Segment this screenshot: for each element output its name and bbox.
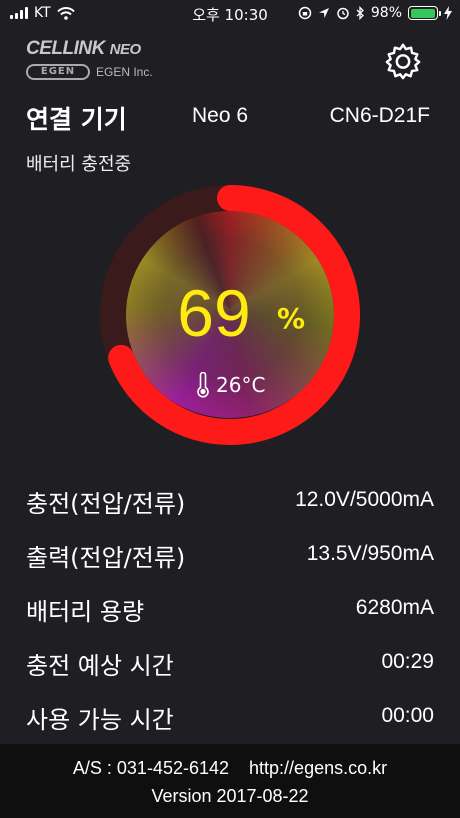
device-title: 연결 기기	[26, 105, 127, 134]
alarm-icon	[337, 7, 349, 20]
info-value: 12.0V/5000mA	[295, 488, 434, 511]
info-list: 충전(전압/전류) 12.0V/5000mA 출력(전압/전류) 13.5V/950m…	[26, 478, 434, 748]
battery-percent-value: 69	[177, 276, 251, 350]
info-row: 충전(전압/전류) 12.0V/5000mA	[26, 478, 434, 532]
device-row: 연결 기기 Neo 6 CN6-D21F	[26, 100, 436, 134]
battery-icon	[408, 6, 441, 20]
info-value: 13.5V/950mA	[306, 542, 434, 565]
logo-text: CELLINK	[26, 38, 105, 59]
gear-icon[interactable]	[384, 42, 422, 80]
info-label: 충전 예상 시간	[26, 652, 174, 680]
company-mark: EGEN	[26, 64, 90, 80]
website-link[interactable]: http://egens.co.kr	[249, 758, 387, 778]
company-logo: EGEN EGEN Inc.	[26, 64, 153, 80]
info-row: 출력(전압/전류) 13.5V/950mA	[26, 532, 434, 586]
info-label: 배터리 용량	[26, 598, 145, 626]
footer-contact: A/S : 031-452-6142 http://egens.co.kr	[0, 758, 460, 779]
info-label: 출력(전압/전류)	[26, 544, 186, 572]
info-value: 6280mA	[355, 596, 434, 619]
info-row: 사용 가능 시간 00:00	[26, 694, 434, 748]
footer: A/S : 031-452-6142 http://egens.co.kr Ve…	[0, 744, 460, 818]
info-row: 충전 예상 시간 00:29	[26, 640, 434, 694]
location-icon	[318, 8, 329, 18]
company-name: EGEN Inc.	[96, 65, 153, 79]
battery-percent: 98%	[370, 5, 402, 21]
charging-status: 배터리 충전중	[26, 154, 132, 175]
temperature-readout: 26°C	[196, 372, 265, 398]
info-value: 00:00	[381, 704, 434, 727]
charging-icon	[444, 6, 452, 20]
battery-percent-unit: %	[277, 302, 306, 335]
bluetooth-icon	[356, 6, 364, 20]
brand-logo: CELLINK NEO EGEN EGEN Inc.	[26, 38, 153, 80]
app-version: Version 2017-08-22	[151, 786, 309, 806]
status-right: 98%	[298, 5, 452, 21]
rotation-lock-icon	[298, 6, 312, 20]
info-label: 충전(전압/전류)	[26, 490, 186, 518]
temperature-value: 26°C	[216, 373, 266, 397]
status-bar: KT 오후 10:30 98%	[0, 0, 460, 28]
logo-main: CELLINK NEO	[26, 38, 153, 60]
as-phone: A/S : 031-452-6142	[72, 758, 230, 778]
info-row: 배터리 용량 6280mA	[26, 586, 434, 640]
device-name: Neo 6	[192, 104, 249, 127]
battery-fill	[410, 8, 435, 18]
thermometer-icon	[197, 372, 209, 398]
logo-suffix: NEO	[109, 41, 142, 58]
info-value: 00:29	[381, 650, 434, 673]
info-label: 사용 가능 시간	[26, 706, 174, 734]
device-id: CN6-D21F	[329, 104, 430, 127]
